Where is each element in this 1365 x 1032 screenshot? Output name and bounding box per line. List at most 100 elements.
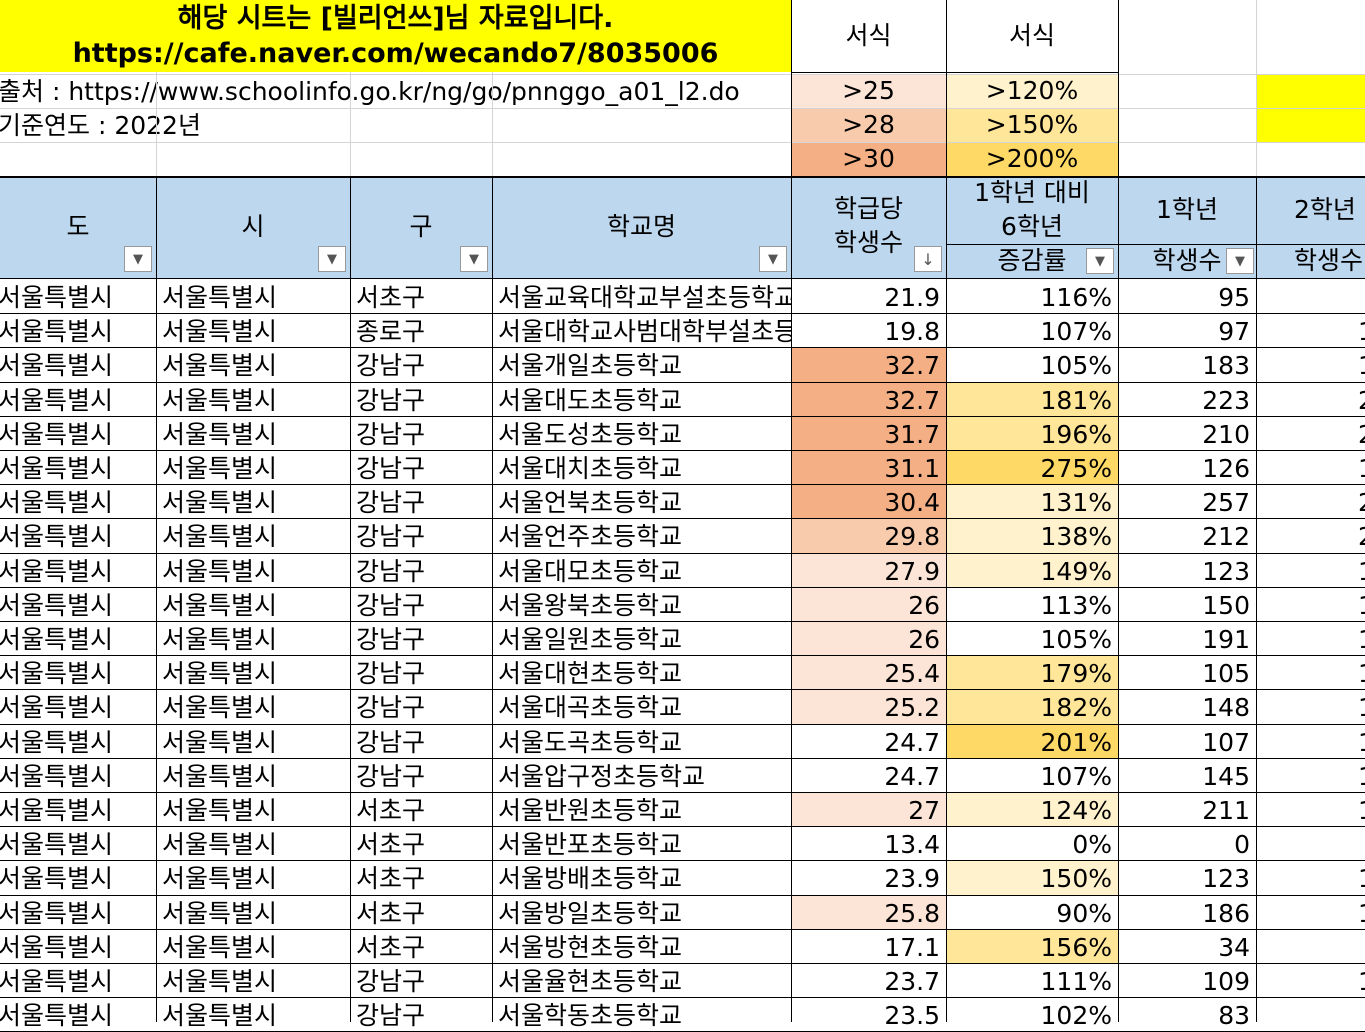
cell-growth[interactable]: 113% — [946, 588, 1118, 622]
cell-school[interactable]: 서울개일초등학교 — [492, 348, 791, 382]
cell-school[interactable]: 서울도성초등학교 — [492, 417, 791, 451]
cell-growth[interactable]: 149% — [946, 553, 1118, 588]
cell-per-class[interactable]: 23.5 — [791, 998, 946, 1032]
cell-per-class[interactable]: 32.7 — [791, 382, 946, 417]
cell-grade1[interactable]: 183 — [1118, 348, 1256, 382]
cell-growth[interactable]: 105% — [946, 622, 1118, 656]
source-text[interactable]: 출처 : https://www.schoolinfo.go.kr/ng/go/… — [0, 74, 791, 108]
cell-grade2[interactable] — [1256, 930, 1365, 964]
cell-gu[interactable]: 서초구 — [350, 861, 492, 895]
legend-a-2[interactable]: >28 — [791, 108, 946, 142]
cell-gu[interactable]: 강남구 — [350, 690, 492, 724]
legend-b-2[interactable]: >150% — [946, 108, 1118, 142]
cell-grade1[interactable]: 97 — [1118, 314, 1256, 348]
cell-school[interactable]: 서울방배초등학교 — [492, 861, 791, 895]
cell-do[interactable]: 서울특별시 — [0, 417, 156, 451]
cell-gu[interactable]: 강남구 — [350, 485, 492, 519]
cell-per-class[interactable]: 29.8 — [791, 519, 946, 554]
cell-growth[interactable]: 107% — [946, 314, 1118, 348]
cell-gu[interactable]: 강남구 — [350, 998, 492, 1032]
header-si[interactable]: 시 ▼ — [156, 176, 350, 278]
cell-si[interactable]: 서울특별시 — [156, 417, 350, 451]
cell-grade1[interactable]: 191 — [1118, 622, 1256, 656]
cell-grade2[interactable]: 1 — [1256, 588, 1365, 622]
cell-per-class[interactable]: 24.7 — [791, 725, 946, 759]
cell-grade2[interactable]: 1 — [1256, 725, 1365, 759]
cell-si[interactable]: 서울특별시 — [156, 998, 350, 1032]
cell-school[interactable]: 서울대현초등학교 — [492, 656, 791, 690]
cell-growth[interactable]: 201% — [946, 724, 1118, 759]
cell-per-class[interactable]: 21.9 — [791, 280, 946, 314]
cell-growth[interactable]: 124% — [946, 793, 1118, 828]
cell-grade2[interactable]: 1 — [1256, 656, 1365, 690]
filter-dropdown-icon[interactable]: ▼ — [460, 246, 488, 272]
cell-per-class[interactable]: 32.7 — [791, 348, 946, 383]
cell-school[interactable]: 서울학동초등학교 — [492, 998, 791, 1032]
cell-school[interactable]: 서울대모초등학교 — [492, 554, 791, 588]
cell-do[interactable]: 서울특별시 — [0, 930, 156, 964]
cell-per-class[interactable]: 26 — [791, 622, 946, 657]
cell-gu[interactable]: 강남구 — [350, 519, 492, 553]
cell-per-class[interactable]: 23.7 — [791, 964, 946, 998]
cell-si[interactable]: 서울특별시 — [156, 793, 350, 827]
banner-cell[interactable]: 해당 시트는 [빌리언쓰]님 자료입니다. https://cafe.naver… — [0, 0, 791, 72]
cell-gu[interactable]: 서초구 — [350, 930, 492, 964]
cell-grade2[interactable]: 1 — [1256, 690, 1365, 724]
cell-gu[interactable]: 강남구 — [350, 451, 492, 485]
cell-school[interactable]: 서울대도초등학교 — [492, 383, 791, 417]
cell-grade2[interactable]: 1 — [1256, 861, 1365, 895]
cell-grade1[interactable]: 145 — [1118, 759, 1256, 793]
cell-grade1[interactable]: 109 — [1118, 964, 1256, 998]
cell-do[interactable]: 서울특별시 — [0, 485, 156, 519]
cell-per-class[interactable]: 27 — [791, 793, 946, 828]
cell-do[interactable]: 서울특별시 — [0, 519, 156, 553]
cell-gu[interactable]: 서초구 — [350, 280, 492, 314]
cell-grade1[interactable]: 83 — [1118, 998, 1256, 1032]
cell-growth[interactable]: 275% — [946, 451, 1118, 486]
cell-grade1[interactable]: 257 — [1118, 485, 1256, 519]
cell-grade2[interactable]: 1 — [1256, 554, 1365, 588]
cell-grade2[interactable]: 2 — [1256, 519, 1365, 553]
cell-per-class[interactable]: 24.7 — [791, 759, 946, 793]
cell-gu[interactable]: 서초구 — [350, 827, 492, 861]
cell-si[interactable]: 서울특별시 — [156, 690, 350, 724]
cell-gu[interactable]: 강남구 — [350, 417, 492, 451]
cell-gu[interactable]: 강남구 — [350, 554, 492, 588]
header-growth[interactable]: 1학년 대비 6학년 증감률 ▼ — [946, 176, 1118, 278]
cell-si[interactable]: 서울특별시 — [156, 725, 350, 759]
filter-dropdown-icon[interactable]: ▼ — [1226, 248, 1254, 274]
cell-grade1[interactable]: 211 — [1118, 793, 1256, 827]
cell-do[interactable]: 서울특별시 — [0, 280, 156, 314]
sort-descending-icon[interactable]: ↓ — [914, 246, 942, 272]
filter-dropdown-icon[interactable]: ▼ — [124, 246, 152, 272]
cell-si[interactable]: 서울특별시 — [156, 280, 350, 314]
cell-do[interactable]: 서울특별시 — [0, 998, 156, 1032]
cell-per-class[interactable]: 31.1 — [791, 451, 946, 486]
cell-school[interactable]: 서울대학교사범대학부설초등학교 — [492, 314, 791, 348]
cell-gu[interactable]: 강남구 — [350, 656, 492, 690]
cell-growth[interactable]: 150% — [946, 861, 1118, 896]
cell-grade2[interactable] — [1256, 280, 1365, 314]
cell-grade1[interactable]: 210 — [1118, 417, 1256, 451]
cell-grade1[interactable]: 107 — [1118, 725, 1256, 759]
cell-school[interactable]: 서울일원초등학교 — [492, 622, 791, 656]
cell-si[interactable]: 서울특별시 — [156, 827, 350, 861]
cell-do[interactable]: 서울특별시 — [0, 554, 156, 588]
cell-school[interactable]: 서울도곡초등학교 — [492, 725, 791, 759]
cell-grade2[interactable]: 1 — [1256, 451, 1365, 485]
cell-si[interactable]: 서울특별시 — [156, 930, 350, 964]
cell-school[interactable]: 서울대치초등학교 — [492, 451, 791, 485]
cell-si[interactable]: 서울특별시 — [156, 896, 350, 930]
cell-grade2[interactable] — [1256, 827, 1365, 861]
cell-si[interactable]: 서울특별시 — [156, 314, 350, 348]
cell-grade2[interactable] — [1256, 998, 1365, 1032]
cell-si[interactable]: 서울특별시 — [156, 759, 350, 793]
cell-school[interactable]: 서울방일초등학교 — [492, 896, 791, 930]
cell-per-class[interactable]: 25.8 — [791, 895, 946, 930]
filter-dropdown-icon[interactable]: ▼ — [1086, 248, 1114, 274]
cell-grade2[interactable]: 1 — [1256, 964, 1365, 998]
cell-grade1[interactable]: 105 — [1118, 656, 1256, 690]
cell-grade1[interactable]: 95 — [1118, 280, 1256, 314]
cell-grade1[interactable]: 148 — [1118, 690, 1256, 724]
cell-si[interactable]: 서울특별시 — [156, 348, 350, 382]
